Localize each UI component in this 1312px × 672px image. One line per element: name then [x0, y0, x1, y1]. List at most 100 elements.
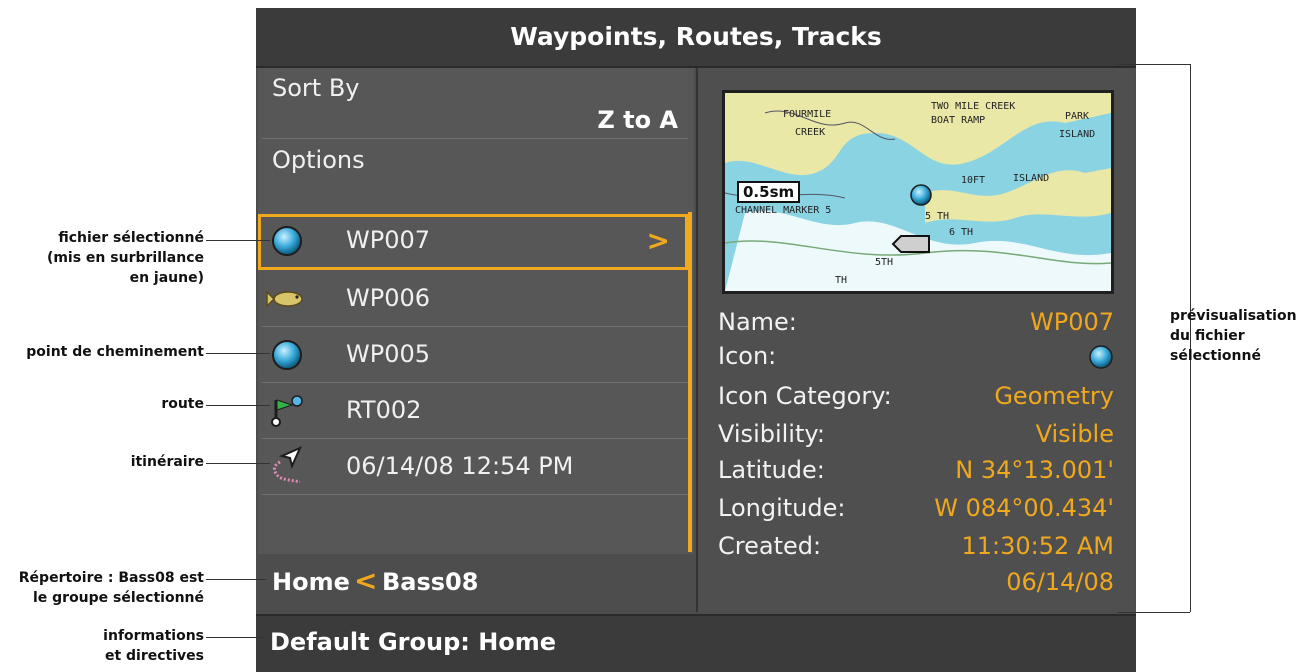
map-label: 5 TH [925, 211, 950, 222]
breadcrumb-group[interactable]: Bass08 [382, 568, 478, 596]
info-row-category: Icon Category: Geometry [718, 382, 1114, 410]
status-bar: Default Group: Home [256, 614, 1136, 672]
sort-by-value: Z to A [597, 106, 678, 134]
list-item[interactable]: WP005 [258, 328, 688, 384]
annotation-directory: Répertoire : Bass08 est le groupe sélect… [19, 568, 204, 608]
annotation-route: route [161, 394, 204, 414]
map-label: PARK [1065, 111, 1090, 122]
route-icon [271, 395, 303, 427]
sort-by-menu-item[interactable]: Sort By Z to A [258, 68, 694, 138]
annotation-leader [206, 637, 266, 638]
annotation-line: et directives [104, 648, 204, 664]
fish-icon [266, 290, 303, 308]
annotation-leader [206, 353, 270, 354]
directory-breadcrumb[interactable]: Home < Bass08 [258, 556, 694, 610]
annotation-line: sélectionné [1170, 348, 1261, 364]
map-label: TH [835, 275, 848, 286]
info-value: W 084°00.434' [934, 494, 1114, 522]
divider-line [262, 382, 688, 383]
annotation-line: du fichier [1170, 328, 1245, 344]
info-value: 06/14/08 [1006, 568, 1114, 596]
boat-icon [891, 235, 930, 253]
map-label: 5TH [875, 257, 894, 268]
map-label: TWO MILE CREEK [931, 101, 1016, 112]
annotation-selected-file: fichier sélectionné (mis en surbrillance… [47, 228, 204, 288]
list-item-label: WP005 [346, 340, 431, 368]
options-label: Options [272, 146, 365, 174]
waypoint-icon [1089, 345, 1113, 369]
annotation-line: informations [103, 628, 204, 644]
annotation-leader [206, 405, 270, 406]
info-row-longitude: Longitude: W 084°00.434' [718, 494, 1114, 522]
track-icon [273, 446, 302, 484]
list-item-label: WP006 [346, 284, 431, 312]
info-row-created-date: 06/14/08 [718, 568, 1114, 596]
annotation-info: informations et directives [103, 626, 204, 666]
list-item-selected[interactable]: WP007 > [258, 214, 688, 270]
info-row-latitude: Latitude: N 34°13.001' [718, 456, 1114, 484]
map-label: CHANNEL MARKER 5 [735, 205, 832, 216]
divider-line [262, 494, 688, 495]
list-item-label: 06/14/08 12:54 PM [346, 452, 574, 480]
annotation-bracket-bottom [1118, 612, 1190, 613]
annotation-line: Répertoire : Bass08 est [18, 570, 204, 586]
annotation-waypoint: point de cheminement [26, 342, 204, 362]
chevron-left-icon: < [354, 564, 378, 597]
info-row-visibility: Visibility: Visible [718, 420, 1114, 448]
annotation-line: le groupe sélectionné [32, 590, 204, 606]
info-label: Created: [718, 532, 822, 560]
annotation-line: fichier sélectionné [58, 230, 204, 246]
map-label: BOAT RAMP [931, 115, 986, 126]
annotation-bracket-top [1118, 64, 1190, 65]
waypoint-icon [910, 184, 932, 206]
waypoint-icon [272, 226, 302, 256]
annotation-leader [206, 579, 266, 580]
breadcrumb-home[interactable]: Home [272, 568, 350, 596]
list-item-label: WP007 [346, 226, 431, 254]
annotation-line: en jaune) [129, 270, 204, 286]
info-value: WP007 [1029, 308, 1114, 336]
info-label: Visibility: [718, 420, 825, 448]
annotation-line: route [161, 396, 204, 412]
chevron-right-icon: > [646, 224, 670, 257]
window-title: Waypoints, Routes, Tracks [256, 8, 1136, 68]
divider-line [262, 438, 688, 439]
map-label: 10FT [961, 175, 986, 186]
annotation-leader [206, 463, 270, 464]
info-value: 11:30:52 AM [961, 532, 1114, 560]
info-value: N 34°13.001' [955, 456, 1114, 484]
annotation-line: itinéraire [130, 454, 204, 470]
map-preview: FOURMILE CREEK TWO MILE CREEK BOAT RAMP … [722, 90, 1114, 294]
map-label: ISLAND [1059, 129, 1096, 140]
map-label: CREEK [795, 127, 826, 138]
annotation-line: (mis en surbrillance [46, 250, 204, 266]
divider-line [262, 138, 688, 139]
info-label: Latitude: [718, 456, 825, 484]
annotation-line: prévisualisation [1170, 308, 1297, 324]
annotation-track: itinéraire [131, 452, 204, 472]
list-item-label: RT002 [346, 396, 422, 424]
scrollbar[interactable] [688, 212, 692, 552]
info-label: Icon: [718, 342, 777, 370]
info-label: Longitude: [718, 494, 846, 522]
status-text: Default Group: Home [270, 628, 557, 656]
info-value: Geometry [994, 382, 1114, 410]
options-menu-item[interactable]: Options [258, 140, 694, 194]
annotation-line: point de cheminement [26, 344, 204, 360]
info-label: Icon Category: [718, 382, 892, 410]
list-item[interactable]: RT002 [258, 384, 688, 440]
map-label: 6 TH [949, 227, 974, 238]
map-label: FOURMILE [783, 109, 832, 120]
waypoint-icon [272, 340, 302, 370]
info-label: Name: [718, 308, 797, 336]
divider-line [262, 326, 688, 327]
list-item[interactable]: WP006 [258, 272, 688, 328]
info-row-icon: Icon: [718, 342, 1114, 370]
annotation-preview: prévisualisation du fichier sélectionné [1170, 306, 1297, 366]
sort-by-label: Sort By [272, 74, 360, 102]
info-value: Visible [1035, 420, 1114, 448]
info-row-name: Name: WP007 [718, 308, 1114, 336]
list-item[interactable]: 06/14/08 12:54 PM [258, 440, 688, 496]
annotation-leader [206, 240, 270, 241]
info-row-created: Created: 11:30:52 AM [718, 532, 1114, 560]
